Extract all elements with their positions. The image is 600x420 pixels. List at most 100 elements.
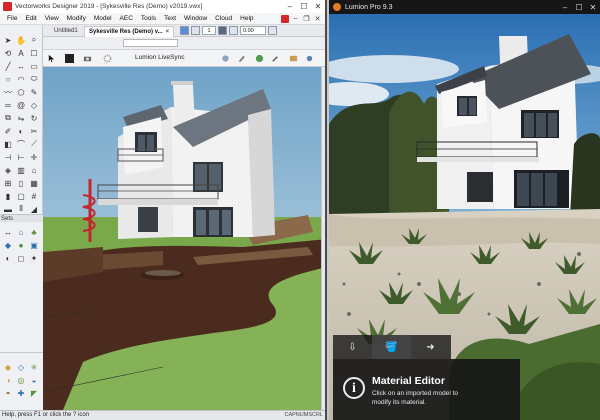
paint-bucket-icon[interactable]: 🪣 [372, 335, 411, 359]
stair-tool-icon[interactable]: ⊞ [2, 177, 14, 189]
camera-icon[interactable] [83, 54, 92, 63]
landscape-set-icon[interactable]: ● [15, 239, 27, 251]
callout-tool-icon[interactable]: ☐ [28, 47, 40, 59]
cursor-icon[interactable] [47, 54, 56, 63]
building-shell-set-icon[interactable]: ⌂ [15, 226, 27, 238]
double-line-tool-icon[interactable]: ═ [2, 99, 14, 111]
black-square-icon[interactable] [65, 54, 74, 63]
globe-icon[interactable] [255, 54, 264, 63]
dims-set-icon[interactable]: ↔ [2, 226, 14, 238]
spotlight-set-icon[interactable]: ✦ [28, 252, 40, 264]
site-planning-set-icon[interactable]: ♣ [28, 226, 40, 238]
lumion-plugin-icon[interactable] [281, 14, 289, 23]
locus-tool-icon[interactable]: ✛ [28, 151, 40, 163]
menu-file[interactable]: File [3, 15, 21, 22]
rotate-tool-icon[interactable]: ↻ [28, 112, 40, 124]
door-tool-icon[interactable]: ▯ [15, 177, 27, 189]
snap-intersection-icon[interactable]: ✚ [15, 387, 27, 399]
vertical-scrollbar[interactable] [321, 67, 325, 410]
rotation-angle-field[interactable]: 0.00 [240, 26, 266, 35]
settings-icon[interactable] [305, 54, 314, 63]
offset-tool-icon[interactable]: ⧉ [2, 112, 14, 124]
visualization-set-icon[interactable]: ◐ [2, 252, 14, 264]
window-tool-icon[interactable]: ▦ [28, 177, 40, 189]
lumion-minimize-button[interactable]: – [558, 3, 572, 12]
wall-tool-icon[interactable]: ▥ [15, 164, 27, 176]
tab-close-icon[interactable]: × [166, 29, 170, 35]
line-tool-icon[interactable]: ╱ [2, 60, 14, 72]
rectangle-tool-icon[interactable]: ▭ [28, 60, 40, 72]
menu-tools[interactable]: Tools [137, 15, 160, 22]
view-cube-icon[interactable] [180, 26, 189, 35]
pan-tool-icon[interactable]: ✋ [15, 34, 27, 46]
snap-object-icon[interactable]: ◇ [15, 361, 27, 373]
zoom-tool-icon[interactable]: ⌕ [28, 34, 40, 46]
menu-edit[interactable]: Edit [21, 15, 40, 22]
text-tool-icon[interactable]: A [15, 47, 27, 59]
roof-tool-icon[interactable]: ⌂ [28, 164, 40, 176]
render-mode-icon[interactable] [191, 26, 200, 35]
maximize-button[interactable]: ☐ [297, 0, 311, 13]
arrow-right-icon[interactable]: ➜ [411, 335, 450, 359]
menu-text[interactable]: Text [160, 15, 180, 22]
minimize-button[interactable]: – [283, 0, 297, 13]
3d-modeling-set-icon[interactable]: ◻ [15, 252, 27, 264]
lumion-close-button[interactable]: ✕ [586, 3, 600, 12]
layer-visibility-icon[interactable] [218, 26, 227, 35]
column-tool-icon[interactable]: ▮ [2, 190, 14, 202]
chamfer-tool-icon[interactable]: ⟋ [28, 138, 40, 150]
split-tool-icon[interactable]: ✂ [28, 125, 40, 137]
menu-aec[interactable]: AEC [116, 15, 137, 22]
polygon-tool-icon[interactable]: ⬠ [15, 86, 27, 98]
doc-minimize-icon[interactable]: – [291, 15, 300, 22]
furniture-set-icon[interactable]: ▣ [28, 239, 40, 251]
arc-tool-icon[interactable]: ◠ [15, 73, 27, 85]
design-layer-viewport[interactable] [43, 67, 325, 410]
connect-tool-icon[interactable]: ⊢ [15, 151, 27, 163]
dimension-tool-icon[interactable]: ↔ [15, 60, 27, 72]
reshape-tool-icon[interactable]: ◇ [28, 99, 40, 111]
snap-distance-icon[interactable]: ◑ [2, 374, 14, 386]
arrow-down-icon[interactable]: ⇩ [333, 335, 372, 359]
trim-tool-icon[interactable]: ⊣ [2, 151, 14, 163]
oval-tool-icon[interactable]: ⬭ [28, 73, 40, 85]
close-button[interactable]: ✕ [311, 0, 325, 13]
snap-grid-icon[interactable]: ◆ [2, 361, 14, 373]
fillet-tool-icon[interactable]: ⌒ [15, 138, 27, 150]
menu-help[interactable]: Help [236, 15, 257, 22]
gear-icon[interactable] [103, 54, 112, 63]
class-options-icon[interactable] [229, 26, 238, 35]
polyline-tool-icon[interactable]: 〰 [2, 86, 14, 98]
menu-model[interactable]: Model [90, 15, 116, 22]
pencil-icon[interactable] [237, 54, 246, 63]
menu-cloud[interactable]: Cloud [211, 15, 236, 22]
attribute-tool-icon[interactable]: ◐ [15, 125, 27, 137]
eyedropper-tool-icon[interactable]: ✐ [2, 125, 14, 137]
tab-sykesville[interactable]: Sykesville Res (Demo) v... × [84, 26, 175, 37]
menu-window[interactable]: Window [180, 15, 211, 22]
eyedropper-icon[interactable] [271, 54, 280, 63]
snap-working-plane-icon[interactable]: ◤ [28, 387, 40, 399]
spiral-tool-icon[interactable]: @ [15, 99, 27, 111]
doc-close-icon[interactable]: ✕ [313, 15, 322, 23]
freehand-tool-icon[interactable]: ✎ [28, 86, 40, 98]
snap-icon[interactable] [221, 54, 230, 63]
snap-angle-icon[interactable]: ✳ [28, 361, 40, 373]
space-tool-icon[interactable]: ▢ [15, 190, 27, 202]
grid-tool-icon[interactable]: # [28, 190, 40, 202]
circle-tool-icon[interactable]: ○ [2, 73, 14, 85]
layers-icon[interactable] [289, 54, 298, 63]
tab-untitled1[interactable]: Untitled1 [50, 26, 82, 37]
view-options-icon[interactable] [268, 26, 277, 35]
flyover-tool-icon[interactable]: ⟲ [2, 47, 14, 59]
lumion-maximize-button[interactable]: ☐ [572, 3, 586, 12]
mode-select[interactable] [123, 39, 178, 47]
menu-modify[interactable]: Modify [63, 15, 90, 22]
clip-tool-icon[interactable]: ◧ [2, 138, 14, 150]
snap-smart-point-icon[interactable]: ◎ [15, 374, 27, 386]
snap-edge-icon[interactable]: ◒ [28, 374, 40, 386]
doc-restore-icon[interactable]: ❐ [302, 15, 311, 23]
symbol-tool-icon[interactable]: ◈ [2, 164, 14, 176]
mirror-tool-icon[interactable]: ⇋ [15, 112, 27, 124]
selection-tool-icon[interactable]: ➤ [2, 34, 14, 46]
